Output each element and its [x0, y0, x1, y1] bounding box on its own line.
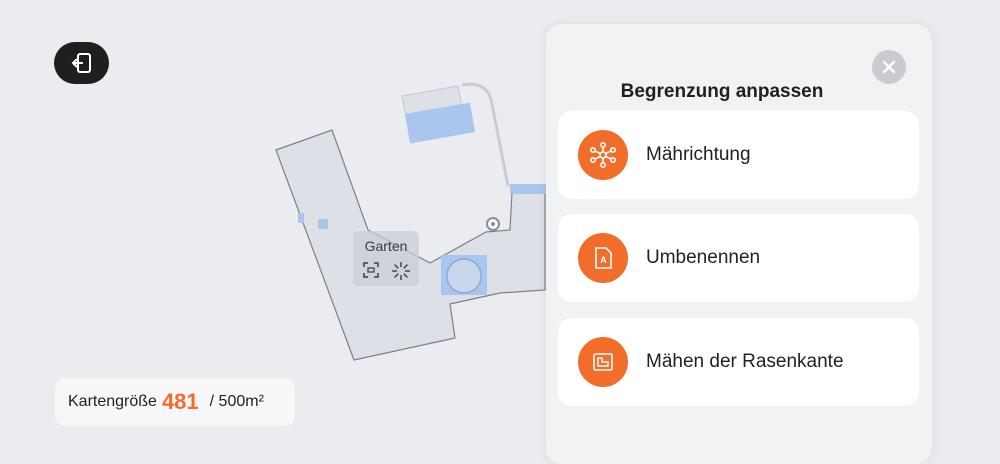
close-icon [882, 60, 896, 74]
menu-item-edge-mowing[interactable]: Mähen der Rasenkante [558, 318, 919, 406]
obstacle-small-2 [318, 219, 328, 229]
zone-name: Garten [364, 238, 408, 254]
exit-button[interactable] [54, 42, 109, 84]
menu-item-label: Mährichtung [646, 144, 751, 165]
menu-item-rename[interactable]: A Umbenennen [558, 214, 919, 302]
map-size-card: Kartengröße 481 / 500m² [55, 378, 295, 426]
menu-item-label: Mähen der Rasenkante [646, 351, 844, 372]
map-size-value: 481 [161, 389, 199, 414]
menu-item-label: Umbenennen [646, 247, 761, 268]
boundary-panel: Begrenzung anpassen Mährichtung A Umbene… [546, 24, 932, 464]
obstacle-small-1 [298, 213, 304, 223]
obstacle-right [510, 184, 546, 194]
edge-mowing-icon [578, 337, 628, 387]
exit-icon [71, 53, 91, 73]
panel-title: Begrenzung anpassen [620, 81, 824, 102]
close-button[interactable] [872, 50, 906, 84]
spinner-icon [392, 262, 410, 280]
map-size-total: / 500m² [209, 393, 264, 410]
rename-icon: A [578, 233, 628, 283]
zone-label-card[interactable]: Garten [353, 231, 419, 286]
obstacle-round [446, 258, 482, 294]
boundary-icon [363, 262, 379, 278]
svg-text:A: A [600, 255, 607, 265]
channel-path [461, 82, 510, 187]
menu-item-mowing-direction[interactable]: Mährichtung [558, 111, 919, 199]
map-size-label: Kartengröße [68, 393, 157, 410]
mowing-direction-icon [578, 130, 628, 180]
